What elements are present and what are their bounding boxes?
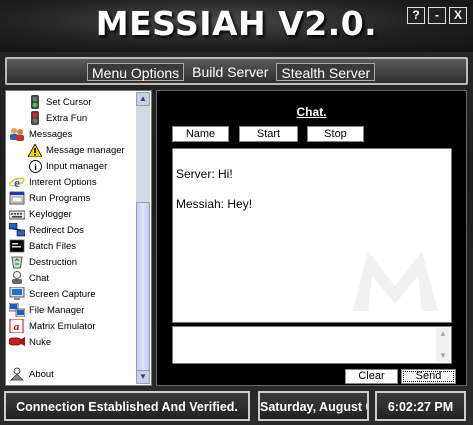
sidebar-item-destruction[interactable]: Destruction [9, 254, 77, 270]
sidebar-item-nuke[interactable]: Nuke [9, 334, 51, 350]
sidebar-item-chat[interactable]: Chat [9, 270, 49, 286]
recycle-bin-icon [9, 255, 25, 269]
sidebar-item-redirect-dos[interactable]: Redirect Dos [9, 222, 84, 238]
ie-icon: e [9, 175, 25, 189]
sidebar-item-messages[interactable]: Messages [9, 126, 72, 142]
sidebar-item-label: Messages [29, 128, 73, 140]
people-icon [9, 127, 25, 141]
sidebar-item-label: Extra Fun [46, 112, 88, 124]
connection-status-text: Connection Established And Verified. [16, 400, 238, 414]
scroll-down-icon[interactable]: ▼ [136, 370, 150, 384]
close-button[interactable]: X [449, 7, 467, 24]
app-title: MESSIAH V2.0. [95, 4, 378, 43]
status-date: Saturday, August 04, 2006 [258, 391, 369, 421]
stealth-server-button[interactable]: Stealth Server [276, 63, 376, 81]
monitor-icon [9, 287, 25, 301]
scroll-up-icon[interactable]: ▲ [437, 328, 449, 340]
sidebar-item-screen-capture[interactable]: Screen Capture [9, 286, 96, 302]
chat-title: Chat. [296, 105, 327, 119]
sidebar-item-label: Batch Files [29, 240, 76, 252]
start-button[interactable]: Start [239, 126, 298, 142]
menu-options-button[interactable]: Menu Options [87, 63, 185, 81]
sidebar-tree: Set Cursor Extra Fun Messages Message ma… [5, 90, 152, 386]
sidebar-item-set-cursor[interactable]: Set Cursor [28, 94, 91, 110]
sidebar-item-label: Input manager [46, 160, 108, 172]
sidebar-item-label: Message manager [46, 144, 125, 156]
sidebar-item-message-manager[interactable]: Message manager [28, 142, 125, 158]
scroll-thumb[interactable] [136, 202, 150, 382]
sidebar-item-file-manager[interactable]: File Manager [9, 302, 84, 318]
sidebar-item-keylogger[interactable]: Keylogger [9, 206, 72, 222]
sidebar-item-run-programs[interactable]: Run Programs [9, 190, 90, 206]
title-bar[interactable]: MESSIAH V2.0. ? - X [0, 0, 473, 52]
sidebar-item-label: Chat [29, 272, 50, 284]
sidebar-item-extra-fun[interactable]: Extra Fun [28, 110, 87, 126]
sidebar-item-internet-options[interactable]: e Interent Options [9, 174, 97, 190]
time-text: 6:02:27 PM [387, 400, 454, 414]
sidebar-scrollbar[interactable]: ▲ ▼ [136, 92, 150, 384]
chat-message: Server: Hi! [176, 167, 233, 181]
build-server-button[interactable]: Build Server [188, 63, 272, 81]
sidebar-item-label: Redirect Dos [29, 224, 84, 236]
sidebar-item-label: Keylogger [29, 208, 72, 220]
sidebar-item-label: Interent Options [29, 176, 97, 188]
sidebar-item-label: Nuke [29, 336, 52, 348]
svg-text:e: e [14, 175, 20, 189]
minimize-button[interactable]: - [428, 7, 446, 24]
sidebar-item-label: Screen Capture [29, 288, 96, 300]
message-input-scrollbar[interactable]: ▲ ▼ [436, 328, 450, 362]
help-button[interactable]: ? [407, 7, 425, 24]
warning-icon [28, 143, 42, 157]
clear-button[interactable]: Clear [345, 369, 398, 384]
status-time: 6:02:27 PM [375, 391, 466, 421]
chat-log[interactable]: Server: Hi! Messiah: Hey! [172, 148, 452, 323]
traffic-light-red-icon [28, 111, 42, 125]
date-text: Saturday, August 04, 2006 [260, 400, 367, 414]
info-icon: i [28, 159, 42, 173]
stop-button[interactable]: Stop [307, 126, 364, 142]
sidebar-item-input-manager[interactable]: i Input manager [28, 158, 107, 174]
sidebar-item-about[interactable]: About [9, 366, 54, 382]
chat-message: Messiah: Hey! [176, 197, 253, 211]
messiah-window: MESSIAH V2.0. ? - X Menu Options Build S… [0, 0, 473, 425]
chat-panel: Chat. Name Start Stop Server: Hi! Messia… [156, 90, 467, 386]
sidebar-item-label: About [29, 368, 54, 380]
sidebar-item-label: Matrix Emulator [29, 320, 96, 332]
status-connection: Connection Established And Verified. [4, 391, 250, 421]
sidebar-item-label: File Manager [29, 304, 85, 316]
run-icon [9, 191, 25, 205]
keyboard-icon [9, 207, 25, 221]
name-button[interactable]: Name [172, 126, 229, 142]
scroll-down-icon[interactable]: ▼ [437, 350, 449, 362]
scroll-up-icon[interactable]: ▲ [136, 92, 150, 106]
window-controls: ? - X [407, 7, 467, 24]
message-input[interactable]: ▲ ▼ [172, 326, 452, 364]
m-watermark-icon [353, 251, 438, 311]
chat-icon [9, 271, 25, 285]
traffic-light-green-icon [28, 95, 42, 109]
svg-text:a: a [14, 321, 20, 333]
batch-icon [9, 239, 25, 253]
sidebar-item-label: Destruction [29, 256, 78, 268]
network-icon [9, 223, 25, 237]
nuke-icon [9, 335, 25, 349]
sidebar-item-label: Set Cursor [46, 96, 92, 108]
send-button[interactable]: Send [401, 369, 456, 384]
file-manager-icon [9, 303, 25, 317]
nav-bar: Menu Options Build Server Stealth Server [5, 57, 468, 85]
sidebar-item-label: Run Programs [29, 192, 91, 204]
matrix-icon: a [9, 319, 25, 333]
sidebar-item-matrix-emulator[interactable]: a Matrix Emulator [9, 318, 96, 334]
sidebar-item-batch-files[interactable]: Batch Files [9, 238, 76, 254]
about-icon [9, 367, 25, 381]
